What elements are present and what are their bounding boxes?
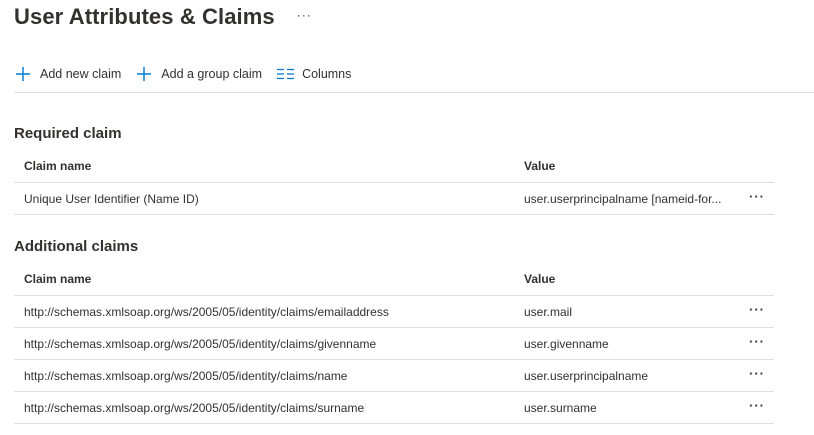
table-row[interactable]: Unique User Identifier (Name ID) user.us… bbox=[14, 183, 774, 215]
row-more-button[interactable]: ··· bbox=[746, 390, 768, 421]
add-new-claim-button[interactable]: Add new claim bbox=[14, 63, 121, 85]
add-group-claim-button[interactable]: Add a group claim bbox=[135, 63, 262, 85]
table-row[interactable]: http://schemas.xmlsoap.org/ws/2005/05/id… bbox=[14, 392, 774, 424]
required-claim-table: Claim name Value Unique User Identifier … bbox=[14, 150, 774, 215]
plus-icon bbox=[14, 65, 32, 83]
claim-value-cell: user.mail bbox=[524, 304, 573, 319]
claim-value-cell: user.givenname bbox=[524, 336, 609, 351]
claim-name-cell: http://schemas.xmlsoap.org/ws/2005/05/id… bbox=[24, 400, 365, 415]
table-row[interactable]: http://schemas.xmlsoap.org/ws/2005/05/id… bbox=[14, 360, 774, 392]
table-header-row: Claim name Value bbox=[14, 150, 774, 183]
columns-label: Columns bbox=[302, 67, 352, 81]
claim-value-cell: user.userprincipalname bbox=[524, 368, 649, 383]
command-bar: Add new claim Add a group claim Columns bbox=[14, 63, 814, 93]
claim-name-cell: Unique User Identifier (Name ID) bbox=[24, 191, 199, 206]
claim-value-text: user.userprincipalname [nameid-for... bbox=[524, 191, 722, 206]
page-more-button[interactable]: ··· bbox=[297, 8, 312, 22]
page-title: User Attributes & Claims bbox=[14, 4, 275, 29]
table-row[interactable]: http://schemas.xmlsoap.org/ws/2005/05/id… bbox=[14, 296, 774, 328]
additional-claims-heading: Additional claims bbox=[14, 238, 139, 255]
column-header-claim-name[interactable]: Claim name bbox=[24, 263, 514, 295]
columns-icon bbox=[276, 65, 294, 83]
table-header-row: Claim name Value bbox=[14, 263, 774, 296]
claim-name-cell: http://schemas.xmlsoap.org/ws/2005/05/id… bbox=[24, 368, 348, 383]
column-header-value[interactable]: Value bbox=[524, 150, 744, 182]
required-claim-heading: Required claim bbox=[14, 125, 122, 142]
row-more-button[interactable]: ··· bbox=[746, 326, 768, 357]
additional-claims-table: Claim name Value http://schemas.xmlsoap.… bbox=[14, 263, 774, 424]
claim-name-cell: http://schemas.xmlsoap.org/ws/2005/05/id… bbox=[24, 304, 389, 319]
add-new-claim-label: Add new claim bbox=[40, 67, 122, 81]
row-more-button[interactable]: ··· bbox=[746, 358, 768, 389]
claim-name-cell: http://schemas.xmlsoap.org/ws/2005/05/id… bbox=[24, 336, 377, 351]
page-header: User Attributes & Claims ··· bbox=[14, 4, 312, 30]
claim-value-cell: user.userprincipalname [nameid-for... bbox=[524, 183, 744, 214]
add-group-claim-label: Add a group claim bbox=[161, 67, 263, 81]
table-row[interactable]: http://schemas.xmlsoap.org/ws/2005/05/id… bbox=[14, 328, 774, 360]
plus-icon bbox=[135, 65, 153, 83]
row-more-button[interactable]: ··· bbox=[746, 181, 768, 212]
column-header-claim-name[interactable]: Claim name bbox=[24, 150, 514, 182]
row-more-button[interactable]: ··· bbox=[746, 294, 768, 325]
column-header-value[interactable]: Value bbox=[524, 263, 744, 295]
columns-button[interactable]: Columns bbox=[276, 63, 351, 85]
claim-value-cell: user.surname bbox=[524, 400, 597, 415]
